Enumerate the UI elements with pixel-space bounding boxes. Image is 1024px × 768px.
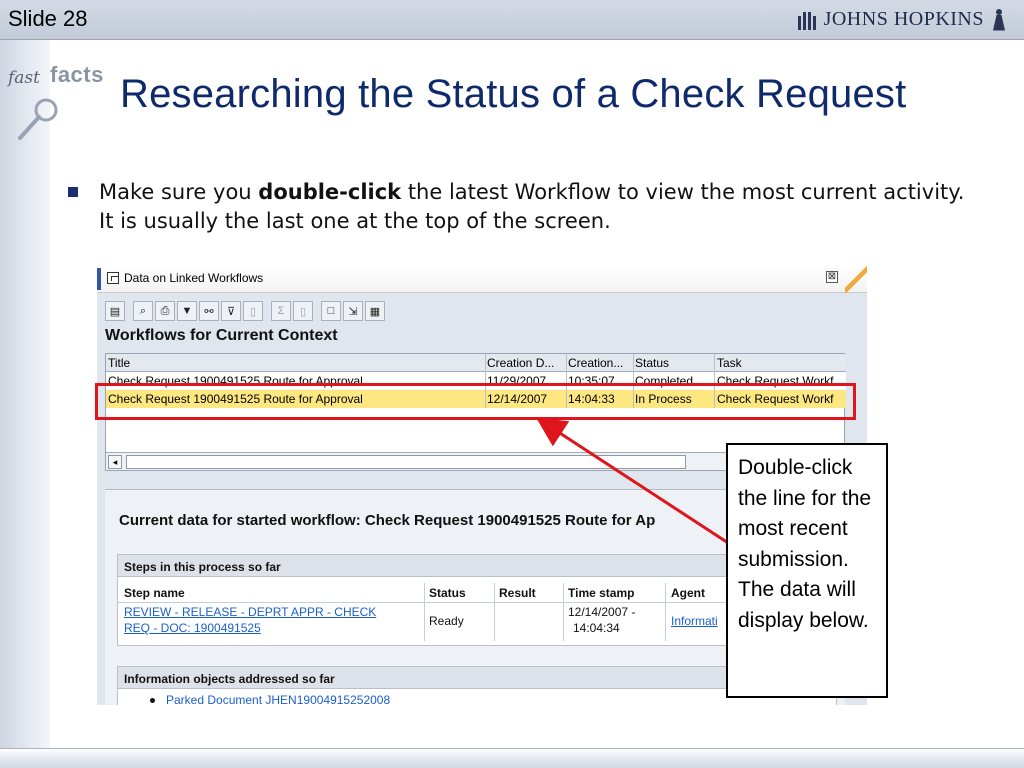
set-filter-icon[interactable]: ⊽: [221, 301, 241, 321]
bullet-text: Make sure you double-click the latest Wo…: [99, 180, 965, 233]
find-icon[interactable]: ⌕: [133, 301, 153, 321]
slide-number: Slide 28: [8, 6, 88, 31]
col-task[interactable]: Task: [717, 356, 845, 370]
details-icon[interactable]: ▤: [105, 301, 125, 321]
print-icon[interactable]: ⎙: [155, 301, 175, 321]
step-name-link[interactable]: REVIEW - RELEASE - DEPRT APPR - CHECK: [124, 605, 376, 619]
sap-toolbar: ▤ ⌕ ⎙ ▼ ⚯ ⊽ ▯ Σ ▯ □ ⇲ ▦: [105, 301, 385, 323]
sap-edge-accent: [97, 268, 101, 290]
corner-decor: [845, 265, 867, 293]
magnifier-icon: [18, 98, 58, 140]
col-status[interactable]: Status: [635, 356, 713, 370]
step-status: Ready: [429, 614, 464, 628]
johns-hopkins-logo: JOHNS HOPKINS: [797, 8, 1006, 31]
header-bar: Slide 28 JOHNS HOPKINS: [0, 0, 1024, 40]
info-icon[interactable]: ▯: [243, 301, 263, 321]
grid-icon[interactable]: ▦: [365, 301, 385, 321]
scroll-left-icon[interactable]: ◂: [108, 455, 122, 469]
export-icon[interactable]: ⇲: [343, 301, 363, 321]
sap-titlebar: Data on Linked Workflows ⊠: [97, 265, 867, 293]
step-time: 12/14/2007 -: [568, 605, 636, 619]
statue-icon: [992, 8, 1006, 31]
section-title: Workflows for Current Context: [105, 327, 338, 344]
filter-icon[interactable]: ▼: [177, 301, 197, 321]
callout-box: Double-click the line for the most recen…: [726, 443, 888, 698]
fastfacts-fast: fast: [8, 68, 40, 88]
col-creation-time[interactable]: Creation...: [568, 356, 632, 370]
col-title[interactable]: Title: [108, 356, 484, 370]
sum-icon[interactable]: Σ: [271, 301, 291, 321]
bullet-square-icon: [68, 187, 78, 197]
agent-link[interactable]: Informati: [671, 614, 718, 628]
sap-window-title: Data on Linked Workflows: [124, 271, 264, 285]
col-creation-date[interactable]: Creation D...: [487, 356, 565, 370]
window-icon: [107, 272, 119, 284]
fastfacts-facts: facts: [50, 62, 104, 87]
bullet-dot-icon: [150, 698, 155, 703]
fastfacts-logo: fast facts: [4, 56, 114, 140]
binoculars-icon[interactable]: ⚯: [199, 301, 219, 321]
parked-document-link[interactable]: Parked Document JHEN19004915252008: [166, 693, 390, 705]
step-name-link-2[interactable]: REQ - DOC: 1900491525: [124, 621, 261, 635]
highlight-box: [95, 383, 856, 420]
subtotal-icon[interactable]: ▯: [293, 301, 313, 321]
step-time-2: 14:04:34: [573, 621, 620, 635]
detail-title: Current data for started workflow: Check…: [119, 512, 656, 529]
logo-text: JOHNS HOPKINS: [823, 8, 984, 30]
scroll-track[interactable]: [126, 455, 686, 469]
print-preview-icon[interactable]: □: [321, 301, 341, 321]
table-header: Title Creation D... Creation... Status T…: [106, 354, 846, 372]
bullet-bold: double-click: [258, 180, 402, 204]
footer-bar: [0, 748, 1024, 768]
bullet-point: Make sure you double-click the latest Wo…: [68, 178, 968, 236]
jh-shield-icon: [797, 10, 816, 30]
slide-title: Researching the Status of a Check Reques…: [120, 72, 907, 116]
close-icon[interactable]: ⊠: [826, 271, 838, 283]
